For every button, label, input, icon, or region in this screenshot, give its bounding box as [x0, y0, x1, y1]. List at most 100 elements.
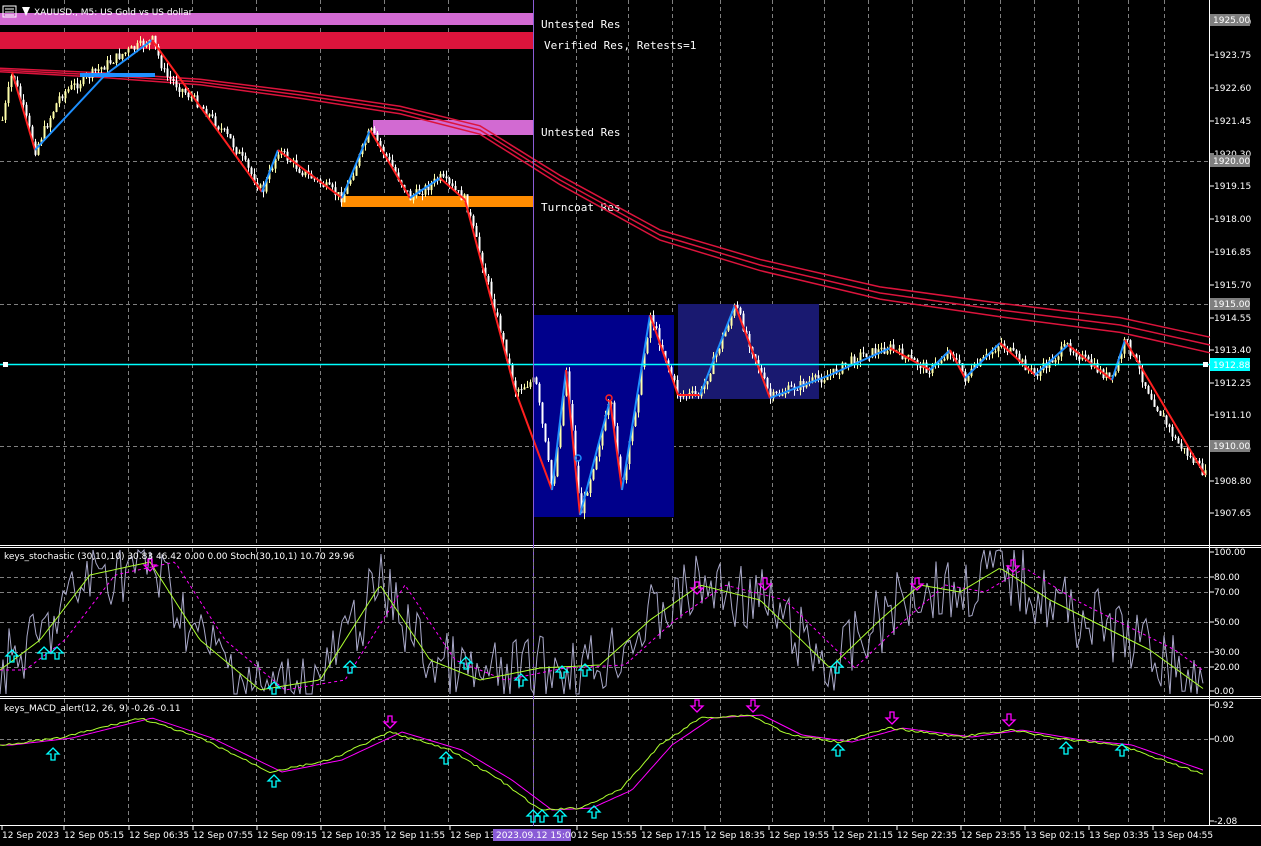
candle-body — [115, 53, 118, 63]
candle-body — [94, 68, 97, 72]
candle-body — [589, 479, 592, 494]
candle-body — [1177, 438, 1180, 444]
candle-body — [535, 377, 538, 384]
candle-body — [301, 172, 304, 176]
trading-chart[interactable]: Untested Res Verified Res, Retests=1 Unt… — [0, 0, 1261, 846]
up-arrow-icon — [45, 747, 61, 761]
time-label: 12 Sep 09:15 — [257, 831, 317, 841]
candle-body — [277, 154, 280, 159]
candle-body — [130, 46, 133, 49]
candle-body — [718, 348, 721, 354]
time-label: 12 Sep 18:35 — [705, 831, 765, 841]
candle-body — [709, 374, 712, 382]
candle-body — [43, 125, 46, 140]
candle-body — [1015, 350, 1018, 354]
candle-body — [103, 67, 106, 70]
candle-body — [448, 178, 451, 184]
time-label: 12 Sep 19:55 — [769, 831, 829, 841]
candle-body — [46, 125, 49, 128]
candle-body — [421, 194, 424, 196]
up-arrow-icon — [438, 751, 454, 765]
price-tick-label: 1921.45 — [1214, 117, 1251, 127]
candle-body — [502, 332, 505, 340]
time-axis[interactable]: 12 Sep 2023 12 Sep 05:15 12 Sep 06:35 12 Se… — [1, 826, 1213, 841]
candle-body — [328, 182, 331, 185]
candle-body — [586, 493, 589, 496]
candle-body — [655, 326, 658, 329]
price-line-handle-right[interactable] — [1203, 362, 1208, 367]
candle-body — [121, 54, 124, 59]
range-box-2 — [678, 304, 819, 399]
candle-body — [118, 53, 121, 59]
candle-body — [1078, 356, 1081, 360]
candle-body — [487, 275, 490, 282]
candle-body — [7, 86, 10, 104]
candle-body — [1186, 448, 1189, 456]
candle-body — [52, 111, 55, 119]
candle-body — [1063, 343, 1066, 347]
candle-body — [694, 390, 697, 395]
down-arrow-icon — [745, 699, 761, 713]
candle-body — [139, 40, 142, 44]
candle-body — [223, 128, 226, 130]
candle-body — [958, 359, 961, 364]
price-level-label: 1910.00 — [1213, 442, 1250, 452]
candle-body — [202, 106, 205, 109]
candle-body — [70, 85, 73, 90]
stochastic-panel[interactable]: 100.00 80.00 70.00 50.00 30.00 20.00 0.00 — [0, 548, 1246, 697]
candle-body — [763, 372, 766, 379]
stoch-tick-label: 30.00 — [1214, 648, 1240, 658]
candle-body — [49, 118, 52, 128]
candle-body — [898, 348, 901, 351]
candle-body — [232, 138, 235, 148]
candle-body — [409, 190, 412, 201]
price-tick-label: 1922.60 — [1214, 84, 1251, 94]
candle-body — [523, 387, 526, 390]
candle-body — [814, 375, 817, 378]
candle-body — [442, 173, 445, 177]
time-label: 12 Sep 17:15 — [641, 831, 701, 841]
candle-body — [373, 128, 376, 133]
candle-body — [775, 391, 778, 393]
up-arrow-icon — [266, 774, 282, 788]
candle-body — [1, 119, 4, 121]
candle-body — [880, 347, 883, 350]
candle-body — [64, 91, 67, 99]
candle-body — [67, 89, 70, 92]
candle-body — [1087, 356, 1090, 360]
time-label: 12 Sep 05:15 — [64, 831, 124, 841]
candle-body — [913, 357, 916, 360]
price-tick-label: 1912.25 — [1214, 379, 1251, 389]
candle-body — [352, 175, 355, 180]
price-tick-label: 1918.00 — [1214, 215, 1251, 225]
candle-body — [1072, 351, 1075, 353]
candle-body — [940, 360, 943, 364]
candle-body — [208, 114, 211, 117]
candle-body — [595, 456, 598, 470]
candle-body — [58, 96, 61, 104]
candle-body — [1030, 368, 1033, 370]
candle-body — [850, 356, 853, 365]
time-label: 12 Sep 06:35 — [129, 831, 189, 841]
up-arrow-icon — [534, 809, 550, 823]
candle-body — [1174, 436, 1177, 439]
candle-body — [592, 469, 595, 480]
stoch-tick-label: 80.00 — [1214, 573, 1240, 583]
candle-body — [823, 380, 826, 383]
price-line-handle-left[interactable] — [3, 362, 8, 367]
time-label: 12 Sep 21:15 — [833, 831, 893, 841]
price-tick-label: 1911.10 — [1214, 411, 1251, 421]
macd-panel[interactable]: 0.92 0.00 -2.08 — [0, 699, 1238, 827]
candle-body — [355, 165, 358, 176]
candle-body — [838, 373, 841, 375]
candle-body — [61, 96, 64, 99]
up-arrow-icon — [830, 743, 846, 757]
candle-body — [472, 215, 475, 226]
candle-body — [457, 190, 460, 192]
time-label: 12 Sep 2023 — [2, 831, 59, 841]
time-label: 12 Sep 10:35 — [321, 831, 381, 841]
price-axis[interactable]: 1924.901923.751922.601921.451920.301919.… — [1210, 14, 1251, 519]
down-arrow-icon — [884, 711, 900, 725]
candle-body — [181, 88, 184, 92]
candle-body — [547, 441, 550, 461]
